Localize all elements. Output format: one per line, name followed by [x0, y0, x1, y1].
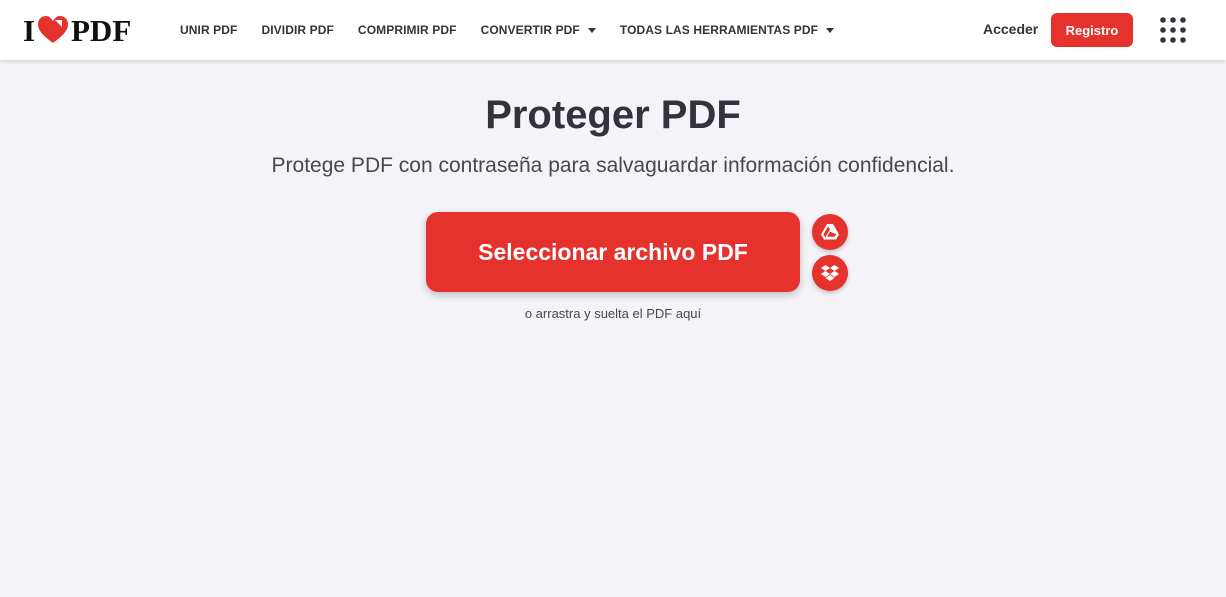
register-button[interactable]: Registro	[1051, 13, 1133, 47]
nav-item-label: TODAS LAS HERRAMIENTAS PDF	[619, 23, 819, 37]
logo-mark: I PDF	[23, 13, 131, 47]
page-subtitle: Protege PDF con contraseña para salvagua…	[271, 154, 955, 177]
nav-item-todas-herramientas[interactable]: TODAS LAS HERRAMIENTAS PDF	[619, 23, 835, 37]
nav-item-label: COMPRIMIR PDF	[357, 23, 457, 37]
nav-item-dividir-pdf[interactable]: DIVIDIR PDF	[261, 23, 333, 37]
ilovepdf-logo[interactable]: I PDF	[23, 13, 145, 47]
nav-item-label: UNIR PDF	[180, 23, 238, 37]
grid-dots-icon[interactable]	[1160, 17, 1186, 43]
google-drive-icon	[821, 224, 839, 240]
dropbox-icon	[821, 264, 839, 281]
login-link[interactable]: Acceder	[983, 21, 1038, 37]
google-drive-button[interactable]	[812, 214, 848, 250]
dropbox-button[interactable]	[812, 255, 848, 291]
top-header: I PDF UNIR PDF DIVIDIR PDF COMPRIMIR PDF…	[0, 0, 1226, 60]
logo-letter: I	[23, 13, 35, 47]
nav-item-convertir-pdf[interactable]: CONVERTIR PDF	[481, 23, 596, 37]
nav-item-label: CONVERTIR PDF	[480, 23, 580, 37]
caret-down-icon	[587, 27, 596, 33]
nav-item-unir-pdf[interactable]: UNIR PDF	[180, 23, 237, 37]
page-title: Proteger PDF	[485, 93, 741, 137]
heart-icon	[38, 16, 68, 43]
drag-drop-hint: o arrastra y suelta el PDF aquí	[524, 306, 702, 321]
main-nav: UNIR PDF DIVIDIR PDF COMPRIMIR PDF CONVE…	[180, 0, 858, 60]
nav-item-label: DIVIDIR PDF	[261, 23, 334, 37]
caret-down-icon	[826, 27, 835, 33]
nav-item-comprimir-pdf[interactable]: COMPRIMIR PDF	[358, 23, 457, 37]
logo-word: PDF	[71, 13, 131, 47]
select-pdf-button[interactable]: Seleccionar archivo PDF	[426, 212, 800, 292]
